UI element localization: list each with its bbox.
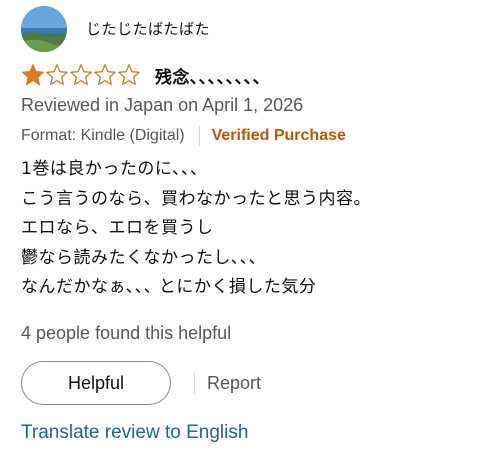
review-actions: Helpful Report: [21, 361, 261, 405]
review-body: 1巻は良かったのに､､､ こう言うのなら、買わなかったと思う内容。 エロなら、エロを…: [21, 155, 371, 303]
format-label[interactable]: Format: Kindle (Digital): [21, 127, 185, 145]
review-body-line: 鬱なら読みたくなかったし､､､: [21, 247, 258, 268]
divider: [194, 372, 195, 394]
report-link[interactable]: Report: [207, 373, 261, 394]
star-filled-icon: [22, 64, 44, 86]
format-row: Format: Kindle (Digital) Verified Purcha…: [21, 126, 346, 146]
review-body-line: なんだかなぁ､､､ とにかく損した気分: [21, 277, 317, 297]
star-empty-icon: [118, 64, 140, 86]
helpful-button[interactable]: Helpful: [21, 361, 171, 405]
translate-review-link[interactable]: Translate review to English: [21, 422, 248, 444]
star-empty-icon: [46, 64, 68, 86]
rating-row: 残念､､､､､､､､: [21, 62, 262, 88]
review-body-line: エロなら、エロを買うし: [21, 218, 214, 238]
reviewer-avatar[interactable]: [21, 5, 67, 52]
star-empty-icon: [70, 64, 92, 86]
divider: [198, 126, 200, 146]
reviewer-profile[interactable]: じたじたばたばた: [21, 5, 210, 52]
star-empty-icon: [94, 64, 116, 86]
helpful-count: 4 people found this helpful: [21, 323, 232, 343]
review-body-line: 1巻は良かったのに､､､: [21, 159, 200, 179]
reviewer-name[interactable]: じたじたばたばた: [86, 18, 210, 39]
verified-purchase-badge[interactable]: Verified Purchase: [212, 127, 346, 145]
review-body-line: こう言うのなら、買わなかったと思う内容。: [21, 188, 371, 209]
review-date: Reviewed in Japan on April 1, 2026: [21, 95, 304, 115]
review-card: じたじたばたばた 残念､､､､､､､､ Reviewed in Japan on…: [0, 0, 500, 463]
review-title[interactable]: 残念､､､､､､､､: [155, 63, 262, 88]
star-rating[interactable]: [21, 63, 141, 87]
